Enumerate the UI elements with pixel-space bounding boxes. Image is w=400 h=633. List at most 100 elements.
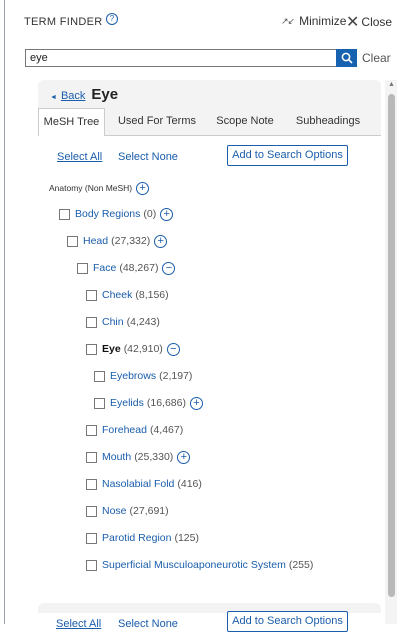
checkbox[interactable] [86,316,97,328]
node-count: (0) [143,208,157,220]
back-arrow-icon: ◄ [50,94,57,101]
expand-icon[interactable]: + [154,234,168,248]
node-label[interactable]: Cheek [102,289,132,301]
minimize-button[interactable]: ↗↙ Minimize [281,14,346,28]
node-count: (125) [174,532,199,544]
header: TERM FINDER ? ↗↙ Minimize ✕ Close [22,0,400,48]
expand-icon[interactable]: + [160,207,174,221]
breadcrumb: ◄ Back Eye [50,86,118,106]
term-panel: ◄ Back Eye MeSH Tree Used For Terms Scop… [38,80,381,600]
minimize-label: Minimize [299,14,347,28]
collapse-icon[interactable]: − [162,261,176,275]
checkbox[interactable] [86,343,97,355]
node-count: (4,243) [126,316,160,328]
node-label[interactable]: Superficial Musculoaponeurotic System [102,559,286,571]
scrollbar-thumb[interactable] [388,94,395,597]
second-panel: Select All Select None Add to Search Opt… [38,603,381,633]
tree-node-forehead: Forehead (4,467) [86,422,183,438]
search-row: Clear [25,49,400,68]
checkbox[interactable] [94,397,105,409]
tree-node-eye: Eye (42,910) − [86,341,180,357]
window-title: TERM FINDER [24,16,103,28]
node-label[interactable]: Parotid Region [102,532,171,544]
add-to-search-options-button-2[interactable]: Add to Search Options [227,611,348,632]
node-label-selected[interactable]: Eye [102,343,121,355]
node-count: (16,686) [146,397,186,409]
collapse-icon[interactable]: − [166,342,180,356]
minimize-icon: ↗↙ [281,15,295,26]
tree-node-eyebrows: Eyebrows (2,197) [94,368,192,384]
term-heading: Eye [91,86,119,103]
node-label[interactable]: Face [93,262,116,274]
tree-node-body-regions: Body Regions (0) + [59,206,174,222]
tree-node-face: Face (48,267) − [77,260,176,276]
checkbox[interactable] [86,424,97,436]
close-button[interactable]: ✕ Close [346,12,392,32]
tree-node-eyelids: Eyelids (16,686) + [94,395,203,411]
node-count: (416) [177,478,202,490]
tab-mesh-tree[interactable]: MeSH Tree [38,108,105,137]
expand-icon[interactable]: + [189,396,203,410]
node-count: (4,467) [149,424,184,436]
add-to-search-options-button[interactable]: Add to Search Options [227,145,348,166]
tree-node-chin: Chin (4,243) [86,314,160,330]
checkbox[interactable] [86,532,97,544]
select-none-link[interactable]: Select None [118,151,178,163]
expand-icon[interactable]: + [136,181,150,195]
tree-node-cheek: Cheek (8,156) [86,287,169,303]
node-count: (48,267) [119,262,159,274]
select-none-link-2[interactable]: Select None [118,618,178,630]
node-label[interactable]: Mouth [102,451,131,463]
node-label[interactable]: Body Regions [75,208,140,220]
tree-root: Anatomy (Non MeSH) + [49,180,150,196]
tree-node-superficial-musculoaponeurotic-system: Superficial Musculoaponeurotic System (2… [86,557,313,573]
left-divider [4,0,5,624]
node-count: (8,156) [135,289,169,301]
back-link[interactable]: Back [61,90,85,102]
checkbox[interactable] [86,559,97,571]
checkbox[interactable] [67,235,78,247]
search-icon [341,52,353,64]
search-button[interactable] [336,49,357,67]
tree-node-mouth: Mouth (25,330) + [86,449,191,465]
select-all-link[interactable]: Select All [57,151,102,163]
close-label: Close [361,15,393,29]
node-count: (42,910) [123,343,163,355]
tree-node-head: Head (27,332) + [67,233,168,249]
checkbox[interactable] [77,262,88,274]
help-icon[interactable]: ? [106,13,118,25]
expand-icon[interactable]: + [177,450,191,464]
tab-scope-note[interactable]: Scope Note [210,108,280,136]
tab-used-for-terms[interactable]: Used For Terms [110,108,204,136]
tree-node-parotid-region: Parotid Region (125) [86,530,199,546]
tree-root-label: Anatomy (Non MeSH) [49,183,133,193]
node-count: (2,197) [159,370,193,382]
node-label[interactable]: Eyebrows [110,370,156,382]
checkbox[interactable] [86,289,97,301]
tab-bar: MeSH Tree Used For Terms Scope Note Subh… [38,108,381,137]
checkbox[interactable] [59,208,70,220]
node-label[interactable]: Nose [102,505,127,517]
tab-subheadings[interactable]: Subheadings [288,108,368,136]
node-label[interactable]: Chin [102,316,124,328]
checkbox[interactable] [86,505,97,517]
checkbox[interactable] [94,370,105,382]
node-count: (27,691) [129,505,169,517]
node-count: (255) [288,559,314,571]
node-count: (27,332) [111,235,151,247]
checkbox[interactable] [86,451,97,463]
node-count: (25,330) [134,451,174,463]
term-finder-window: TERM FINDER ? ↗↙ Minimize ✕ Close Clear … [0,0,400,633]
search-input[interactable] [25,49,337,67]
clear-button[interactable]: Clear [362,51,391,65]
node-label[interactable]: Head [83,235,108,247]
node-label[interactable]: Nasolabial Fold [102,478,174,490]
close-icon: ✕ [346,14,360,31]
scroll-up-icon[interactable]: ▲ [388,81,395,88]
tree-node-nasolabial-fold: Nasolabial Fold (416) [86,476,202,492]
node-label[interactable]: Forehead [102,424,147,436]
checkbox[interactable] [86,478,97,490]
node-label[interactable]: Eyelids [110,397,144,409]
select-all-link-2[interactable]: Select All [56,618,101,630]
tree-node-nose: Nose (27,691) [86,503,169,519]
